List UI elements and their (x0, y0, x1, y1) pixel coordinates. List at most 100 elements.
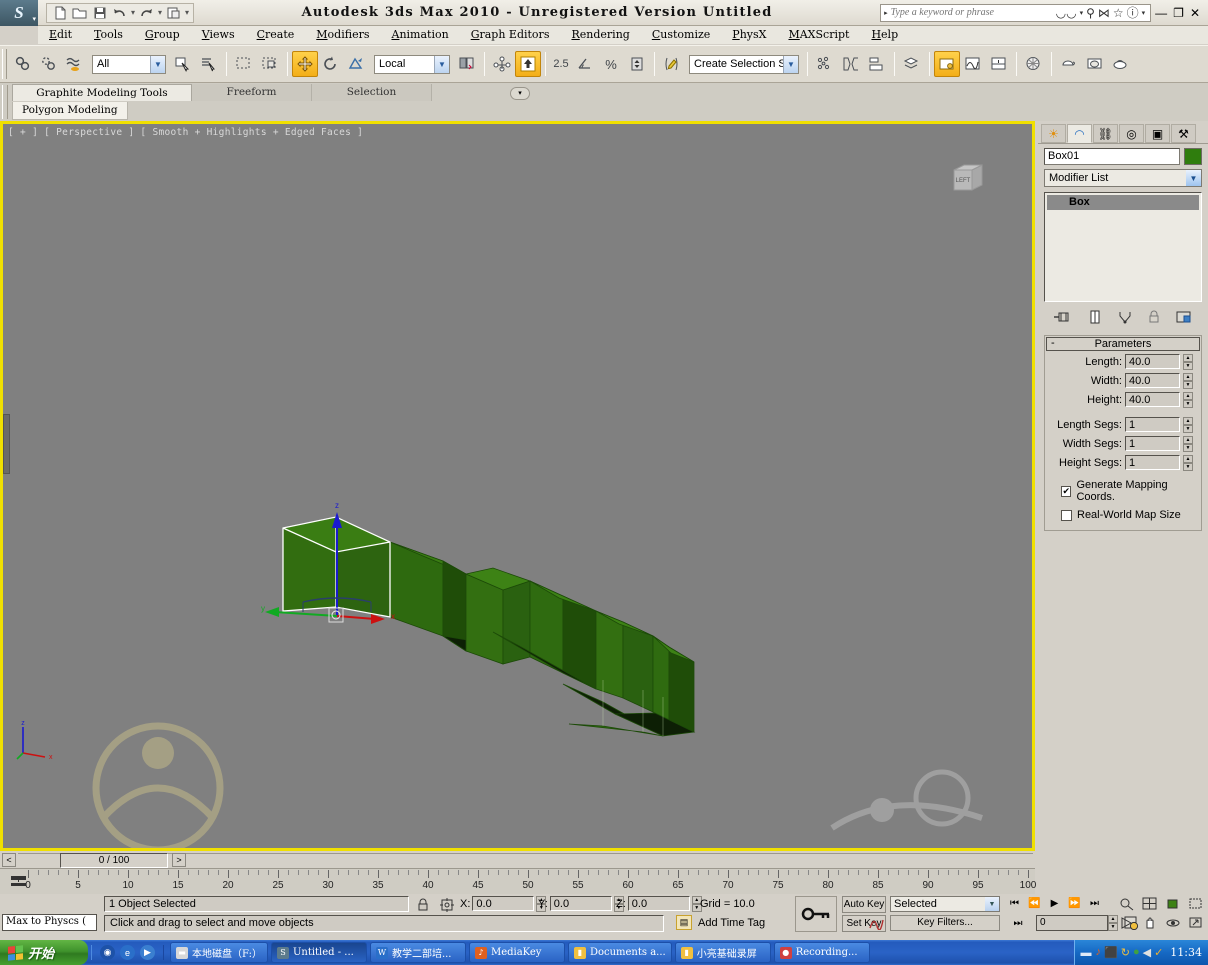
redo-icon[interactable] (137, 4, 156, 22)
maximize-viewport-icon[interactable] (1186, 914, 1206, 931)
curve-editor-icon[interactable] (960, 51, 986, 77)
tray-media-icon[interactable]: ♪ (1096, 946, 1102, 959)
project-folder-icon[interactable] (164, 4, 183, 22)
select-by-name-icon[interactable] (196, 51, 222, 77)
menu-item-physx[interactable]: PhysX (721, 26, 777, 44)
param-width-spinner[interactable]: ▲ ▼ (1183, 373, 1193, 389)
ribbon-tab-graphite-modeling-tools[interactable]: Graphite Modeling Tools (12, 84, 192, 101)
time-slider-track[interactable]: 0 / 100 > (18, 852, 1033, 868)
mirror-axis-icon[interactable] (838, 51, 864, 77)
track-bar-ruler[interactable]: 0 5 10 15 20 25 30 35 40 45 50 55 60 65 70 75 80 85 90 95 10… (25, 869, 1036, 895)
absolute-relative-transform-icon[interactable] (438, 896, 456, 913)
taskbar-item-3[interactable]: ♪ MediaKey (468, 942, 565, 963)
percent-snap-toggle-icon[interactable]: % (598, 51, 624, 77)
zoom-all-icon[interactable] (1140, 895, 1160, 912)
select-and-scale-icon[interactable] (344, 51, 370, 77)
media-player-icon[interactable]: ▶ (140, 945, 155, 960)
menu-item-views[interactable]: Views (191, 26, 246, 44)
chevron-down-icon[interactable]: ▼ (150, 55, 165, 73)
param-heightsegs-field[interactable]: 1 (1125, 455, 1180, 470)
selection-lock-toggle-icon[interactable] (414, 896, 432, 913)
make-unique-icon[interactable] (1117, 310, 1133, 327)
menu-item-help[interactable]: Help (860, 26, 909, 44)
reference-coordinate-dropdown[interactable]: Local ▼ (374, 54, 450, 74)
start-button[interactable]: 开始 (0, 940, 88, 965)
add-time-tag-row[interactable]: ▤ Add Time Tag (676, 915, 765, 930)
minimize-button[interactable]: — (1155, 6, 1167, 20)
taskbar-clock[interactable]: 11:34 (1167, 946, 1202, 959)
set-key-curve-icon[interactable] (868, 915, 886, 931)
redo-dropdown-icon[interactable]: ▾ (157, 8, 163, 17)
checkbox-box[interactable] (1061, 509, 1072, 521)
time-slider-handle[interactable]: 0 / 100 (60, 852, 168, 868)
layer-manager-icon[interactable] (899, 51, 925, 77)
auto-key-button[interactable]: Auto Key (842, 896, 886, 913)
snaps-toggle-icon[interactable] (515, 51, 541, 77)
menu-item-edit[interactable]: Edit (38, 26, 83, 44)
show-hidden-icons-button[interactable]: ▬ (1081, 947, 1092, 959)
param-length-field[interactable]: 40.0 (1125, 354, 1180, 369)
window-crossing-icon[interactable] (257, 51, 283, 77)
modifier-stack-item-box[interactable]: Box (1047, 195, 1199, 210)
coord-y[interactable]: Y: 0.0 ▲ ▼ (538, 896, 624, 912)
configure-modifier-sets-icon[interactable] (1175, 310, 1193, 327)
binoculars-icon[interactable]: ◡◡ (1056, 6, 1077, 20)
named-selection-sets-dropdown[interactable]: Create Selection Set ▼ (689, 54, 799, 74)
menu-item-create[interactable]: Create (246, 26, 306, 44)
key-mode-button[interactable] (795, 896, 837, 932)
undo-icon[interactable] (110, 4, 129, 22)
help-icon[interactable]: ⓘ (1127, 4, 1139, 21)
param-heightsegs-spinner[interactable]: ▲ ▼ (1183, 455, 1193, 471)
taskbar-item-1[interactable]: S Untitled - ... (270, 942, 367, 963)
rollup-collapse-icon[interactable]: - (1051, 337, 1055, 350)
select-object-icon[interactable] (170, 51, 196, 77)
zoom-extents-icon[interactable] (1163, 895, 1183, 912)
internet-explorer-icon[interactable]: e (120, 945, 135, 960)
remove-modifier-icon[interactable] (1147, 310, 1161, 327)
motion-tab[interactable]: ◎ (1119, 124, 1144, 143)
menu-item-graph-editors[interactable]: Graph Editors (460, 26, 561, 44)
param-height-spinner[interactable]: ▲ ▼ (1183, 392, 1193, 408)
menu-item-maxscript[interactable]: MAXScript (777, 26, 860, 44)
rectangular-selection-region-icon[interactable] (231, 51, 257, 77)
perspective-viewport[interactable]: [ + ] [ Perspective ] [ Smooth + Highlig… (0, 121, 1035, 851)
chevron-down-icon[interactable]: ▼ (434, 55, 449, 73)
tray-shield-icon[interactable]: ● (1133, 946, 1140, 959)
next-frame-icon[interactable]: ⏩ (1066, 895, 1083, 912)
ribbon-tab-selection[interactable]: Selection (312, 84, 432, 101)
restore-button[interactable]: ❐ (1173, 6, 1184, 20)
ribbon-tab-freeform[interactable]: Freeform (192, 84, 312, 101)
key-filters-button[interactable]: Key Filters... (890, 915, 1000, 931)
play-animation-icon[interactable]: ▶ (1046, 895, 1063, 912)
menu-item-modifiers[interactable]: Modifiers (305, 26, 380, 44)
time-slider[interactable]: < 0 / 100 > (0, 851, 1035, 868)
checkbox-generate-mapping-coords-[interactable]: ✔ Generate Mapping Coords. (1045, 476, 1201, 506)
key-icon[interactable]: ⚲ (1086, 6, 1095, 20)
edit-named-selection-sets-icon[interactable] (659, 51, 685, 77)
bind-to-space-warp-icon[interactable] (62, 51, 88, 77)
modifier-stack[interactable]: Box (1044, 192, 1202, 302)
param-widthsegs-spinner[interactable]: ▲ ▼ (1183, 436, 1193, 452)
taskbar-item-5[interactable]: ▮ 小亮基础录屏 (674, 942, 771, 963)
pin-stack-icon[interactable] (1053, 310, 1073, 327)
staircase-model[interactable]: z x y (3, 124, 1035, 851)
previous-frame-icon[interactable]: ⏪ (1026, 895, 1043, 912)
display-tab[interactable]: ▣ (1145, 124, 1170, 143)
binoculars-dropdown-icon[interactable]: ▾ (1080, 9, 1084, 17)
modify-tab[interactable]: ◠ (1067, 124, 1092, 143)
favorites-star-icon[interactable]: ☆ (1113, 6, 1124, 20)
parameters-rollup-header[interactable]: - Parameters (1046, 337, 1200, 351)
chevron-down-icon[interactable]: ▼ (985, 897, 999, 911)
time-tag-icon[interactable]: ▤ (676, 915, 692, 930)
coord-y-field[interactable]: 0.0 (549, 896, 612, 911)
select-and-link-icon[interactable] (10, 51, 36, 77)
pan-view-icon[interactable] (1140, 914, 1160, 931)
taskbar-item-2[interactable]: W 教学二部培... (369, 942, 466, 963)
param-lengthsegs-spinner[interactable]: ▲ ▼ (1183, 417, 1193, 433)
render-frame-window-icon[interactable] (1082, 51, 1108, 77)
ribbon-grip[interactable] (2, 85, 8, 119)
time-slider-next-button[interactable]: > (172, 852, 186, 867)
param-width-field[interactable]: 40.0 (1125, 373, 1180, 388)
modifier-list-dropdown[interactable]: Modifier List ▼ (1044, 169, 1202, 187)
add-time-tag-label[interactable]: Add Time Tag (698, 917, 765, 929)
